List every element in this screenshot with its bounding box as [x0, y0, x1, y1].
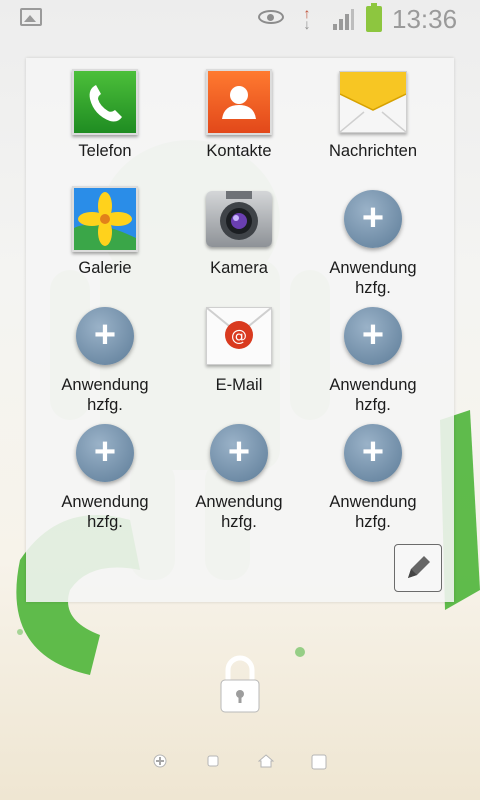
- app-nachrichten[interactable]: Nachrichten: [306, 68, 440, 185]
- app-grid: Telefon Kontakte Nachrichten Galerie Kam…: [26, 68, 466, 536]
- app-kamera[interactable]: Kamera: [172, 185, 306, 302]
- add-app-slot[interactable]: + Anwendung hzfg.: [306, 185, 440, 302]
- app-label: Anwendung hzfg.: [329, 493, 417, 531]
- settings-dot-icon[interactable]: [153, 754, 167, 768]
- phone-icon: [72, 69, 138, 135]
- app-label: Anwendung hzfg.: [61, 376, 149, 414]
- app-telefon[interactable]: Telefon: [38, 68, 172, 185]
- messages-icon: [339, 71, 407, 133]
- gallery-app-icon: [72, 186, 138, 252]
- svg-text:@: @: [231, 326, 247, 345]
- add-app-slot[interactable]: + Anwendung hzfg.: [172, 419, 306, 536]
- app-label: E-Mail: [215, 376, 263, 394]
- edit-shortcuts-button[interactable]: [394, 544, 442, 592]
- app-label: Anwendung hzfg.: [329, 259, 417, 297]
- status-time: 13:36: [392, 4, 458, 34]
- app-email[interactable]: @ E-Mail: [172, 302, 306, 419]
- lock-icon[interactable]: [218, 654, 262, 716]
- app-kontakte[interactable]: Kontakte: [172, 68, 306, 185]
- battery-icon: [366, 3, 382, 32]
- add-app-slot[interactable]: + Anwendung hzfg.: [306, 302, 440, 419]
- add-icon: +: [76, 424, 134, 482]
- add-app-slot[interactable]: + Anwendung hzfg.: [38, 419, 172, 536]
- app-label: Anwendung hzfg.: [329, 376, 417, 414]
- navigation-bar: [0, 748, 480, 772]
- app-label: Kamera: [210, 259, 268, 277]
- status-bar: ↑ ↓ 13:36: [0, 0, 480, 38]
- app-label: Telefon: [78, 142, 132, 160]
- gallery-notification-icon: [20, 8, 42, 26]
- add-app-slot[interactable]: + Anwendung hzfg.: [38, 302, 172, 419]
- recent-square-icon[interactable]: [311, 754, 327, 770]
- email-icon: @: [206, 307, 272, 365]
- home-dot-icon[interactable]: [258, 754, 274, 768]
- eye-icon: [258, 10, 284, 24]
- add-icon: +: [344, 424, 402, 482]
- app-label: Galerie: [78, 259, 132, 277]
- add-icon: +: [210, 424, 268, 482]
- pencil-icon: [408, 556, 430, 578]
- data-transfer-icon: ↑ ↓: [303, 5, 311, 32]
- lockscreen-shortcut-panel: Telefon Kontakte Nachrichten Galerie Kam…: [26, 58, 454, 602]
- signal-icon: [333, 9, 354, 30]
- app-galerie[interactable]: Galerie: [38, 185, 172, 302]
- app-label: Nachrichten: [328, 142, 418, 160]
- contacts-icon: [206, 69, 272, 135]
- app-label: Kontakte: [206, 142, 272, 160]
- camera-icon: [206, 191, 272, 247]
- add-icon: +: [76, 307, 134, 365]
- add-icon: +: [344, 307, 402, 365]
- app-label: Anwendung hzfg.: [61, 493, 149, 531]
- app-label: Anwendung hzfg.: [195, 493, 283, 531]
- add-icon: +: [344, 190, 402, 248]
- add-app-slot[interactable]: + Anwendung hzfg.: [306, 419, 440, 536]
- square-dot-icon[interactable]: [206, 754, 220, 768]
